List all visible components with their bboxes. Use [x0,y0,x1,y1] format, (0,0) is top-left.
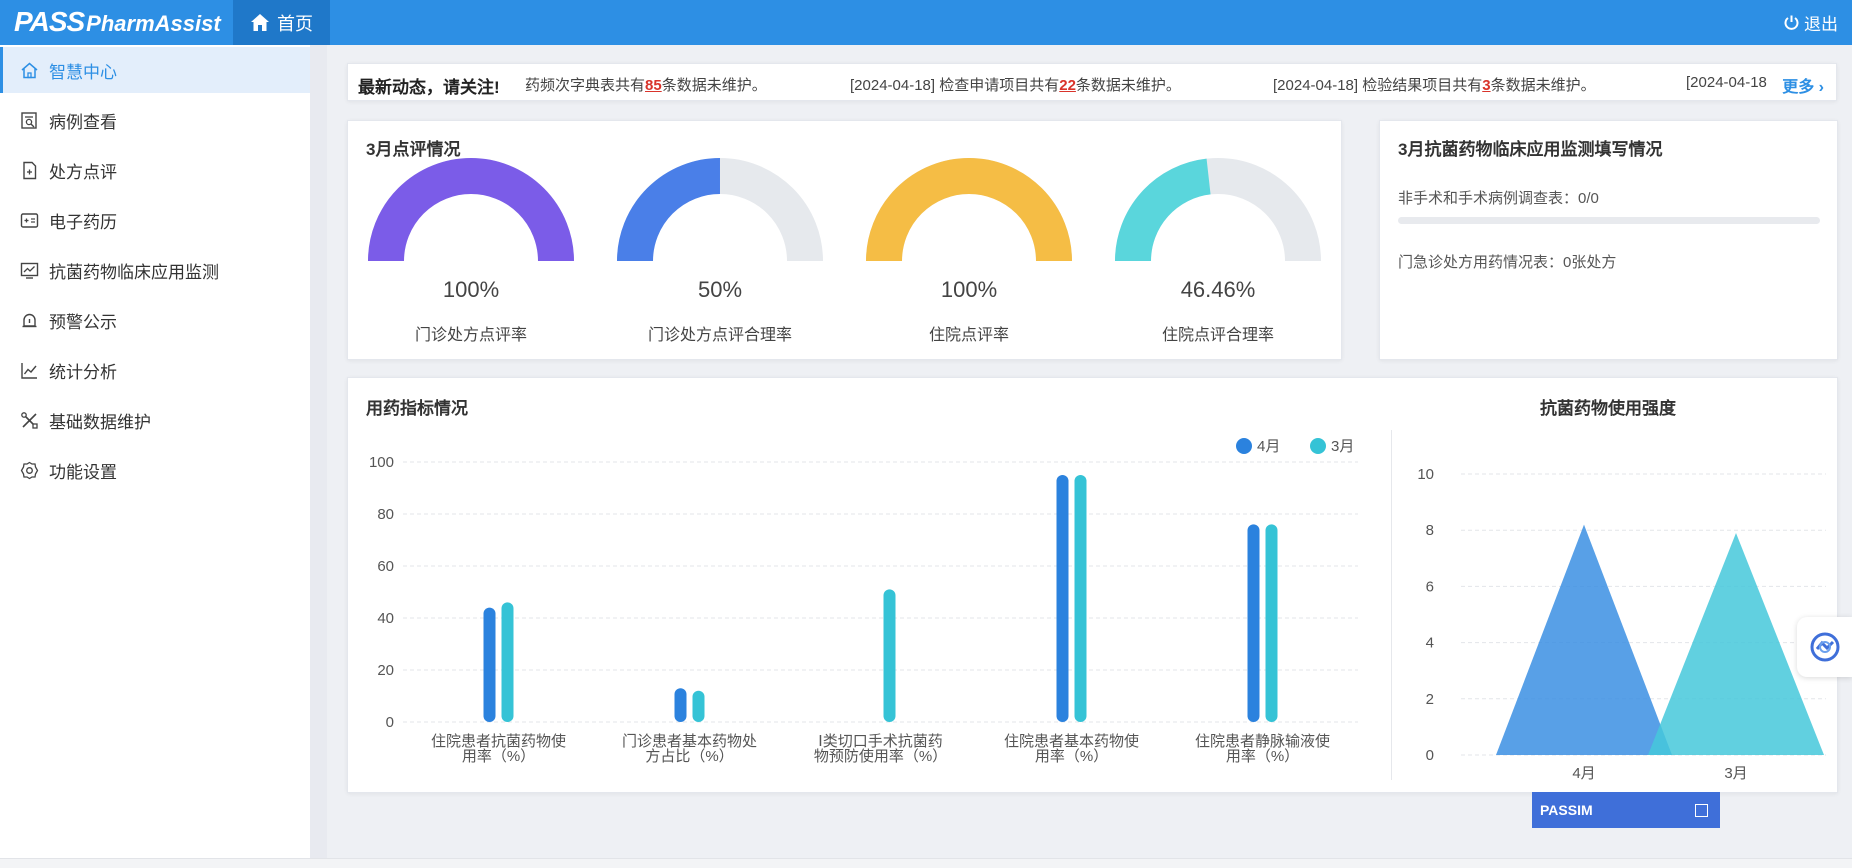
logo-pharmassist: PharmAssist [86,11,221,36]
gear-icon [20,461,39,479]
review-card: 3月点评情况 100% 50% 100% 46.46% 门诊处方点评率 门诊处方… [347,120,1342,360]
x-category-label: 3月 [1724,765,1747,782]
maximize-icon[interactable] [1695,803,1708,817]
legend-marker [1236,438,1252,454]
sidebar-item-label: 功能设置 [49,462,117,482]
sidebar-item-base-data[interactable]: 基础数据维护 [0,397,310,443]
intensity-chart: 0 2 4 6 8 10 4月 3月 [1417,466,1826,782]
gauge-label: 门诊处方点评率 [414,327,527,344]
sidebar-item-label: 处方点评 [49,162,117,182]
sidebar-item-warning[interactable]: 预警公示 [0,297,310,343]
y-tick-label: 40 [377,610,394,627]
sidebar-item-label: 病例查看 [49,112,117,132]
gauge-value: 50% [697,277,743,302]
notice-message[interactable]: [2024-04-18] 检验结果项目共有3条数据未维护。 [1273,74,1596,95]
gauge-label: 门诊处方点评合理率 [647,327,792,344]
sidebar-item-label: 电子药历 [49,212,117,232]
logout-button[interactable]: 退出 [1783,0,1838,45]
logout-label: 退出 [1804,15,1838,34]
gauge-fill [368,158,574,262]
y-tick-label: 0 [1426,747,1434,764]
x-category-label: 用率（%） [462,748,535,765]
legend-label: 3月 [1331,438,1354,455]
y-tick-label: 10 [1417,466,1434,483]
gauge-value: 100% [940,277,998,302]
sidebar-item-antibiotic-monitor[interactable]: 抗菌药物临床应用监测 [0,247,310,293]
antibiotic-monitor-title: 3月抗菌药物临床应用监测填写情况 [1398,140,1663,159]
sidebar-item-electronic-record[interactable]: 电子药历 [0,197,310,243]
y-tick-label: 0 [386,714,394,731]
sidebar-item-label: 抗菌药物临床应用监测 [49,262,219,282]
medication-card: 用药指标情况 抗菌药物使用强度 0 20 40 60 80 100 住院患者抗菌药物使 用率（… [347,377,1838,793]
y-tick-label: 8 [1426,522,1434,539]
legend-marker [1310,438,1326,454]
home-icon [251,14,269,31]
home-icon [21,62,38,78]
y-tick-label: 4 [1426,635,1434,652]
case-search-icon [21,111,37,129]
sidebar-item-label: 预警公示 [49,312,117,332]
gauge-value: 100% [442,277,500,302]
alarm-icon [22,313,37,327]
survey-table-line[interactable]: 非手术和手术病例调查表：0/0 [1398,187,1599,208]
logo-pass: PASS [14,6,85,37]
prescription-icon [23,161,37,179]
legend-label: 4月 [1257,438,1280,455]
assistant-logo-icon [1810,632,1839,662]
sidebar-item-settings[interactable]: 功能设置 [0,447,310,493]
sidebar-scrollbar[interactable] [310,45,327,868]
notice-message[interactable]: [2024-04-18] 检查申请项目共有22条数据未维护。 [850,74,1181,95]
y-tick-label: 20 [377,662,394,679]
gauge-fill [1115,158,1212,262]
power-icon [1784,15,1799,30]
sidebar-item-case-view[interactable]: 病例查看 [0,97,310,143]
sidebar-item-prescription-review[interactable]: 处方点评 [0,147,310,193]
home-tab[interactable]: 首页 [233,0,330,45]
x-category-label: 用率（%） [1035,748,1108,765]
y-tick-label: 6 [1426,578,1434,595]
chart-divider [1391,430,1392,780]
x-category-label: 物预防使用率（%） [814,748,947,765]
triangle-mark [1496,524,1672,755]
gauge-fill [617,158,721,262]
y-tick-label: 100 [369,454,394,471]
survey-progress-bar [1398,217,1820,224]
trend-icon [21,362,37,379]
y-tick-label: 80 [377,506,394,523]
y-tick-label: 60 [377,558,394,575]
y-tick-label: 2 [1426,691,1434,708]
x-category-label: 用率（%） [1226,748,1299,765]
home-tab-label: 首页 [277,13,313,34]
sidebar-item-statistics[interactable]: 统计分析 [0,347,310,393]
gauge-label: 住院点评率 [928,327,1009,344]
notice-bar: 最新动态，请关注! 药频次字典表共有85条数据未维护。 [2024-04-18]… [347,63,1837,101]
notice-lead: 最新动态，请关注! [358,78,500,97]
app-logo: PASS PharmAssist [14,6,221,39]
more-link[interactable]: 更多 › [1782,73,1824,97]
medication-bar-chart: 020406080100住院患者抗菌药物使用率（%）门诊患者基本药物处方占比（%… [369,438,1358,765]
notice-message[interactable]: 药频次字典表共有85条数据未维护。 [525,74,767,95]
monitor-chart-icon [20,262,39,279]
x-category-label: 方占比（%） [645,748,733,765]
sidebar-item-label: 智慧中心 [49,62,117,82]
assistant-float-button[interactable] [1797,617,1852,677]
antibiotic-monitor-card: 3月抗菌药物临床应用监测填写情况 非手术和手术病例调查表：0/0 门急诊处方用药… [1379,120,1838,360]
top-header: PASS PharmAssist 首页 退出 [0,0,1852,45]
sidebar-item-smart-center[interactable]: 智慧中心 [0,47,310,93]
gauge-label: 住院点评合理率 [1161,327,1274,344]
sidebar-item-label: 统计分析 [49,362,117,382]
x-category-label: 4月 [1572,765,1595,782]
sidebar: 智慧中心 病例查看 处方点评 电子药历 抗菌药物临床应用监测 预警公示 统计分析… [0,45,310,868]
bottom-bar [0,858,1852,868]
medical-record-icon [20,212,39,228]
sidebar-item-label: 基础数据维护 [49,412,151,432]
tools-icon [21,411,38,429]
notice-message[interactable]: [2024-04-18 [1686,74,1767,91]
outpatient-table-line[interactable]: 门急诊处方用药情况表：0张处方 [1398,251,1616,272]
passim-widget[interactable]: PASSIM [1532,792,1720,828]
gauge-fill [866,158,1072,262]
passim-label: PASSIM [1540,802,1593,818]
gauge-value: 46.46% [1180,277,1256,302]
